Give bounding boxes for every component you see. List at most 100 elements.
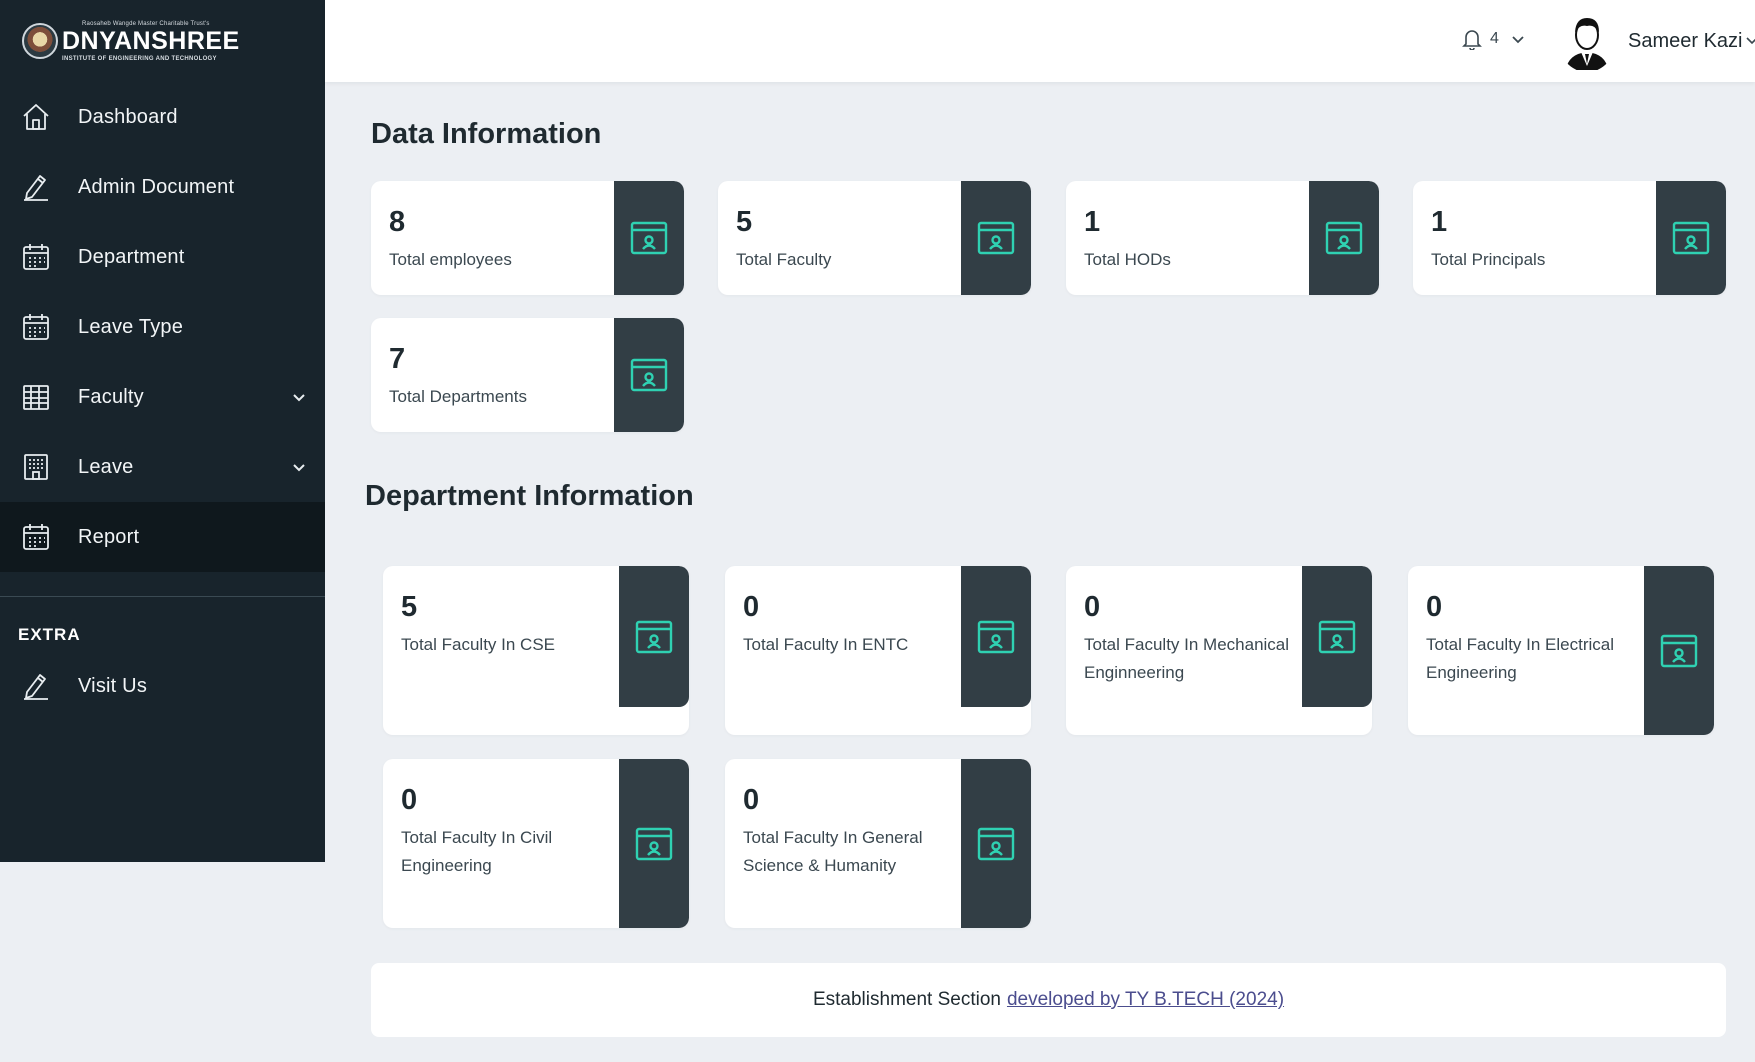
card-icon-panel (614, 181, 684, 295)
contact-card-icon (977, 827, 1015, 860)
card-label: Total Faculty In Electrical Engineering (1426, 634, 1615, 682)
footer-developer-link[interactable]: developed by TY B.TECH (2024) (1007, 989, 1284, 1011)
contact-card-icon (1318, 620, 1356, 653)
card-icon-panel (619, 566, 689, 707)
card-label: Total Faculty In CSE (401, 634, 556, 654)
card-value: 0 (743, 591, 760, 623)
notification-dropdown[interactable]: 4 (1462, 28, 1525, 50)
card-value: 0 (401, 784, 418, 816)
calendar-icon (20, 311, 52, 343)
card-body: 0 Total Faculty In General Science & Hum… (743, 783, 949, 880)
sidebar-item-leave-type[interactable]: Leave Type (0, 292, 325, 362)
department-information-title: Department Information (365, 480, 694, 512)
sidebar-item-report[interactable]: Report (0, 502, 325, 572)
card-icon-panel (1309, 181, 1379, 295)
card-label: Total HODs (1084, 249, 1171, 269)
card-value: 0 (1426, 591, 1443, 623)
sidebar-item-dashboard[interactable]: Dashboard (0, 82, 325, 152)
avatar[interactable] (1558, 8, 1616, 72)
contact-card-icon (977, 620, 1015, 653)
card-label: Total Faculty In Civil Engineering (401, 827, 553, 875)
sidebar-item-label: Faculty (78, 385, 144, 408)
dept-card-electrical[interactable]: 0 Total Faculty In Electrical Engineerin… (1408, 566, 1714, 735)
college-emblem-icon (22, 23, 58, 59)
card-label: Total Faculty (736, 249, 832, 269)
card-body: 5 Total Faculty (736, 205, 949, 274)
card-label: Total Principals (1431, 249, 1546, 269)
card-label: Total employees (389, 249, 512, 269)
card-value: 8 (389, 206, 406, 238)
card-value: 0 (1084, 591, 1101, 623)
username[interactable]: Sameer Kazi (1628, 30, 1743, 53)
sidebar-divider (0, 596, 325, 597)
dept-card-general-science[interactable]: 0 Total Faculty In General Science & Hum… (725, 759, 1031, 928)
chevron-down-icon (1512, 36, 1524, 44)
pen-icon (20, 670, 52, 702)
contact-card-icon (635, 620, 673, 653)
sidebar-item-visit-us[interactable]: Visit Us (0, 651, 325, 721)
card-body: 1 Total HODs (1084, 205, 1297, 274)
footer: Establishment Section developed by TY B.… (371, 963, 1726, 1037)
card-body: 0 Total Faculty In Mechanical Enginneeri… (1084, 590, 1290, 687)
data-information-title: Data Information (371, 118, 602, 150)
card-body: 5 Total Faculty In CSE (401, 590, 607, 659)
calendar-icon (20, 241, 52, 273)
home-icon (20, 101, 52, 133)
card-body: 8 Total employees (389, 205, 602, 274)
contact-card-icon (630, 358, 668, 392)
card-body: 7 Total Departments (389, 342, 602, 411)
brand-text: Raosaheb Wangde Master Charitable Trust'… (62, 21, 240, 62)
table-icon (20, 381, 52, 413)
stat-card-total-principals[interactable]: 1 Total Principals (1413, 181, 1726, 295)
pen-icon (20, 171, 52, 203)
card-value: 5 (401, 591, 418, 623)
stat-card-total-departments[interactable]: 7 Total Departments (371, 318, 684, 432)
card-icon-panel (961, 181, 1031, 295)
calendar-icon (20, 521, 52, 553)
contact-card-icon (630, 221, 668, 255)
building-icon (20, 451, 52, 483)
topbar (325, 0, 1755, 82)
chevron-down-icon (293, 394, 305, 402)
card-label: Total Faculty In General Science & Human… (743, 827, 923, 875)
notification-count: 4 (1490, 30, 1499, 47)
dept-card-civil[interactable]: 0 Total Faculty In Civil Engineering (383, 759, 689, 928)
stat-card-total-hods[interactable]: 1 Total HODs (1066, 181, 1379, 295)
card-value: 0 (743, 784, 760, 816)
card-value: 7 (389, 343, 406, 375)
stat-card-total-employees[interactable]: 8 Total employees (371, 181, 684, 295)
sidebar-item-label: Report (78, 525, 140, 548)
sidebar-item-label: Leave Type (78, 315, 184, 338)
brand-subtitle: INSTITUTE OF ENGINEERING AND TECHNOLOGY (62, 55, 217, 62)
sidebar-item-label: Department (78, 245, 185, 268)
bell-icon (1462, 30, 1482, 50)
card-body: 0 Total Faculty In ENTC (743, 590, 949, 659)
contact-card-icon (1660, 634, 1698, 667)
dept-card-entc[interactable]: 0 Total Faculty In ENTC (725, 566, 1031, 735)
card-icon-panel (961, 759, 1031, 928)
card-value: 5 (736, 206, 753, 238)
card-icon-panel (961, 566, 1031, 707)
contact-card-icon (1325, 221, 1363, 255)
stat-card-total-faculty[interactable]: 5 Total Faculty (718, 181, 1031, 295)
sidebar-item-label: Dashboard (78, 105, 178, 128)
sidebar: Raosaheb Wangde Master Charitable Trust'… (0, 0, 325, 862)
sidebar-item-department[interactable]: Department (0, 222, 325, 292)
card-icon-panel (1302, 566, 1372, 707)
card-label: Total Departments (389, 386, 527, 406)
dept-card-mechanical[interactable]: 0 Total Faculty In Mechanical Enginneeri… (1066, 566, 1372, 735)
dept-card-cse[interactable]: 5 Total Faculty In CSE (383, 566, 689, 735)
sidebar-item-leave[interactable]: Leave (0, 432, 325, 502)
sidebar-item-faculty[interactable]: Faculty (0, 362, 325, 432)
sidebar-item-label: Leave (78, 455, 134, 478)
contact-card-icon (1672, 221, 1710, 255)
card-label: Total Faculty In ENTC (743, 634, 909, 654)
footer-text: Establishment Section (812, 989, 1001, 1010)
sidebar-item-label: Admin Document (78, 175, 235, 198)
sidebar-item-admin-document[interactable]: Admin Document (0, 152, 325, 222)
chevron-down-icon[interactable] (1746, 34, 1755, 46)
card-body: 0 Total Faculty In Electrical Engineerin… (1426, 590, 1632, 687)
card-icon-panel (614, 318, 684, 432)
brand-logo[interactable]: Raosaheb Wangde Master Charitable Trust'… (0, 0, 325, 82)
card-icon-panel (619, 759, 689, 928)
